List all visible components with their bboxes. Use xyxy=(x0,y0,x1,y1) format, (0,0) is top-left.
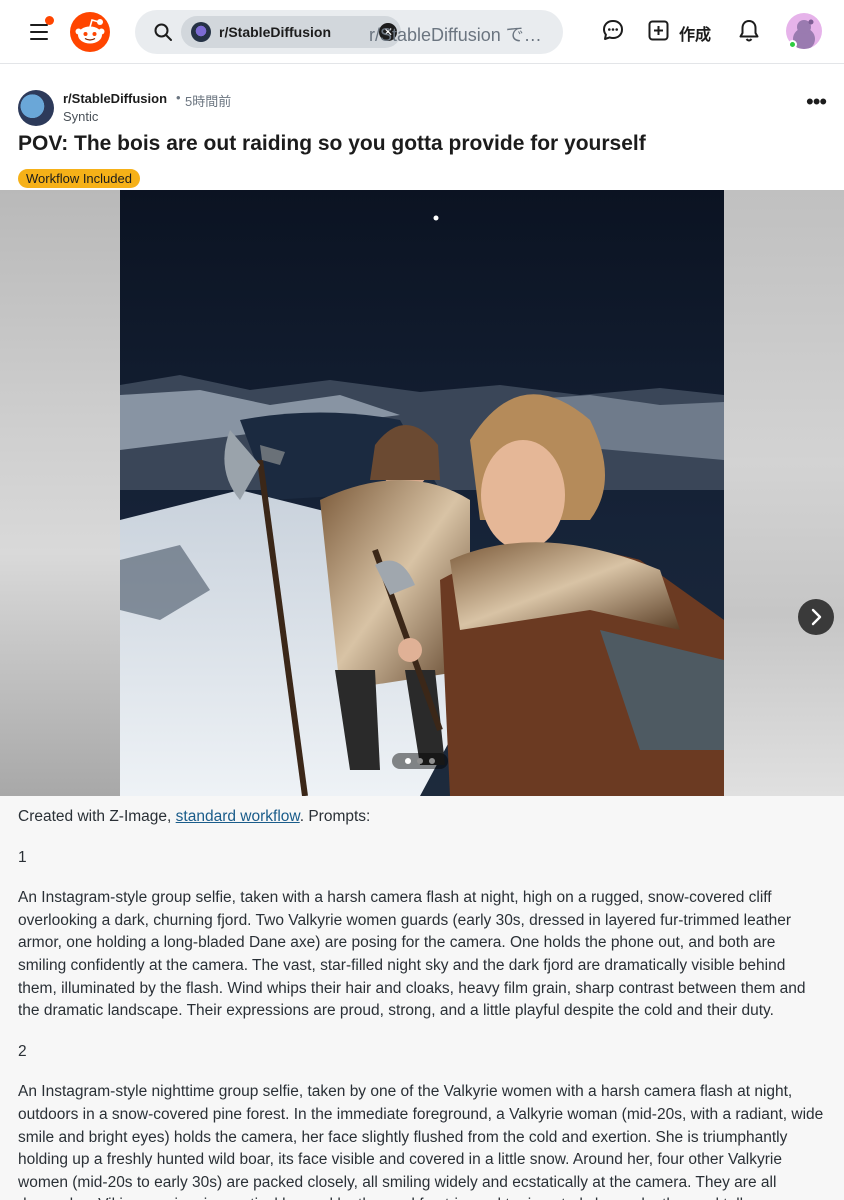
prompt-number-2: 2 xyxy=(18,1042,27,1060)
gallery-backdrop-left xyxy=(0,190,120,796)
search-icon xyxy=(154,23,172,41)
gallery-dot-1[interactable] xyxy=(405,758,411,764)
community-avatar xyxy=(191,22,211,42)
chat-icon[interactable] xyxy=(601,18,625,42)
post: r/StableDiffusion • 5時間前 Syntic ••• POV:… xyxy=(0,65,844,1200)
top-bar: r/StableDiffusion ✕ r/StableDiffusion で検… xyxy=(0,0,844,64)
author-link[interactable]: Syntic xyxy=(63,109,98,124)
more-options-icon[interactable]: ••• xyxy=(806,91,827,113)
intro-suffix: . Prompts: xyxy=(299,808,371,825)
notification-dot xyxy=(45,16,54,25)
subreddit-avatar[interactable] xyxy=(18,90,54,126)
community-filter-chip[interactable]: r/StableDiffusion ✕ xyxy=(181,16,401,48)
gallery-dot-2[interactable] xyxy=(417,758,423,764)
community-chip-label: r/StableDiffusion xyxy=(219,24,332,40)
gallery-dot-3[interactable] xyxy=(429,758,435,764)
bell-icon[interactable] xyxy=(738,19,760,43)
plus-icon[interactable] xyxy=(648,20,669,41)
menu-icon[interactable] xyxy=(24,16,56,44)
online-status-dot xyxy=(788,40,797,49)
prompt-text-1: An Instagram-style group selfie, taken w… xyxy=(18,889,806,1020)
post-image[interactable] xyxy=(120,190,724,796)
reddit-logo-icon[interactable] xyxy=(70,12,110,52)
media-gallery[interactable] xyxy=(0,190,844,796)
workflow-link[interactable]: standard workflow xyxy=(176,808,300,825)
post-time: 5時間前 xyxy=(185,94,232,109)
body-intro: Created with Z-Image, standard workflow.… xyxy=(18,806,826,829)
post-header: r/StableDiffusion • 5時間前 Syntic ••• POV:… xyxy=(0,65,844,190)
search-bar[interactable]: r/StableDiffusion ✕ r/StableDiffusion で検… xyxy=(135,10,563,54)
meta-separator: • xyxy=(176,90,181,105)
prompt-number-1: 1 xyxy=(18,848,27,866)
intro-text: Created with Z-Image, xyxy=(18,808,176,825)
subreddit-link[interactable]: r/StableDiffusion xyxy=(63,91,167,106)
chevron-right-icon xyxy=(811,608,822,626)
gallery-pagination xyxy=(392,753,448,769)
prompt-text-2: An Instagram-style nighttime group selfi… xyxy=(18,1083,824,1200)
create-button[interactable]: 作成 xyxy=(679,21,711,45)
gallery-next-button[interactable] xyxy=(798,599,834,635)
post-flair[interactable]: Workflow Included xyxy=(18,169,140,188)
gallery-backdrop-right xyxy=(724,190,844,796)
search-input[interactable]: r/StableDiffusion で検索 xyxy=(369,21,549,47)
post-body: Created with Z-Image, standard workflow.… xyxy=(18,806,826,1200)
post-title[interactable]: POV: The bois are out raiding so you got… xyxy=(18,132,646,156)
